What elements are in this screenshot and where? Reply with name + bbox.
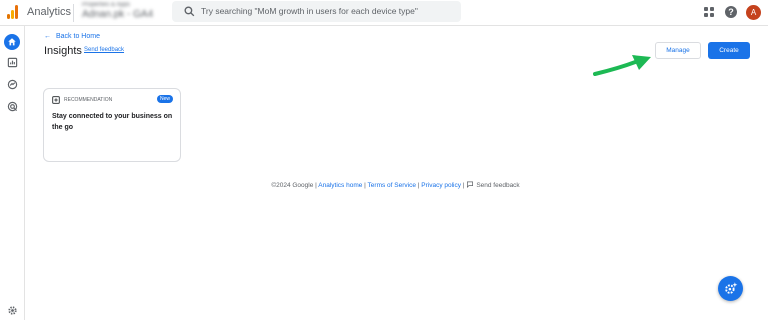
back-to-home-link[interactable]: ← Back to Home xyxy=(44,33,100,40)
reports-icon[interactable] xyxy=(7,57,18,68)
recommendation-card[interactable]: RECOMMENDATION New Stay connected to you… xyxy=(43,88,181,162)
page-title: Insights xyxy=(44,45,82,57)
explore-icon[interactable] xyxy=(7,79,18,90)
card-type-label: RECOMMENDATION xyxy=(64,97,113,103)
terms-of-service-link[interactable]: Terms of Service xyxy=(368,182,416,189)
arrow-left-icon: ← xyxy=(44,33,51,40)
apps-grid-icon[interactable] xyxy=(704,7,714,17)
add-box-icon xyxy=(52,96,60,104)
card-text: Stay connected to your business on the g… xyxy=(52,113,173,131)
send-feedback-link[interactable]: Send feedback xyxy=(84,47,124,53)
top-bar: Analytics Properties & Apps Adnan.pk - G… xyxy=(0,0,768,26)
footer: ©2024 Google | Analytics home | Terms of… xyxy=(0,181,768,189)
property-account-label: Properties & Apps xyxy=(82,2,131,8)
back-label: Back to Home xyxy=(56,33,100,40)
privacy-policy-link[interactable]: Privacy policy xyxy=(421,182,461,189)
feedback-icon xyxy=(467,181,474,188)
app-name: Analytics xyxy=(27,6,72,18)
footer-copyright: ©2024 Google xyxy=(271,182,314,189)
search-icon xyxy=(184,6,195,17)
green-arrow-annotation xyxy=(593,55,651,76)
avatar[interactable]: A xyxy=(746,5,761,20)
manage-button[interactable]: Manage xyxy=(655,42,701,59)
analytics-home-link[interactable]: Analytics home xyxy=(318,182,362,189)
settings-icon[interactable] xyxy=(7,305,18,316)
sparkle-icon xyxy=(725,282,738,294)
new-badge: New xyxy=(156,95,173,103)
property-selector[interactable]: Properties & Apps Adnan.pk - GA4 xyxy=(82,2,153,20)
create-button[interactable]: Create xyxy=(708,42,750,59)
insights-assistant-button[interactable] xyxy=(718,276,743,301)
analytics-logo-icon[interactable] xyxy=(7,5,19,19)
help-icon[interactable]: ? xyxy=(725,6,737,18)
property-name: Adnan.pk - GA4 xyxy=(82,9,154,20)
search-bar[interactable]: Try searching "MoM growth in users for e… xyxy=(172,1,461,22)
home-icon[interactable] xyxy=(4,34,20,50)
left-nav xyxy=(0,26,25,320)
header-divider xyxy=(73,4,74,22)
footer-feedback-label: Send feedback xyxy=(476,182,520,189)
advertising-icon[interactable] xyxy=(7,101,18,112)
search-placeholder: Try searching "MoM growth in users for e… xyxy=(201,6,418,16)
footer-send-feedback[interactable]: Send feedback xyxy=(466,181,520,189)
